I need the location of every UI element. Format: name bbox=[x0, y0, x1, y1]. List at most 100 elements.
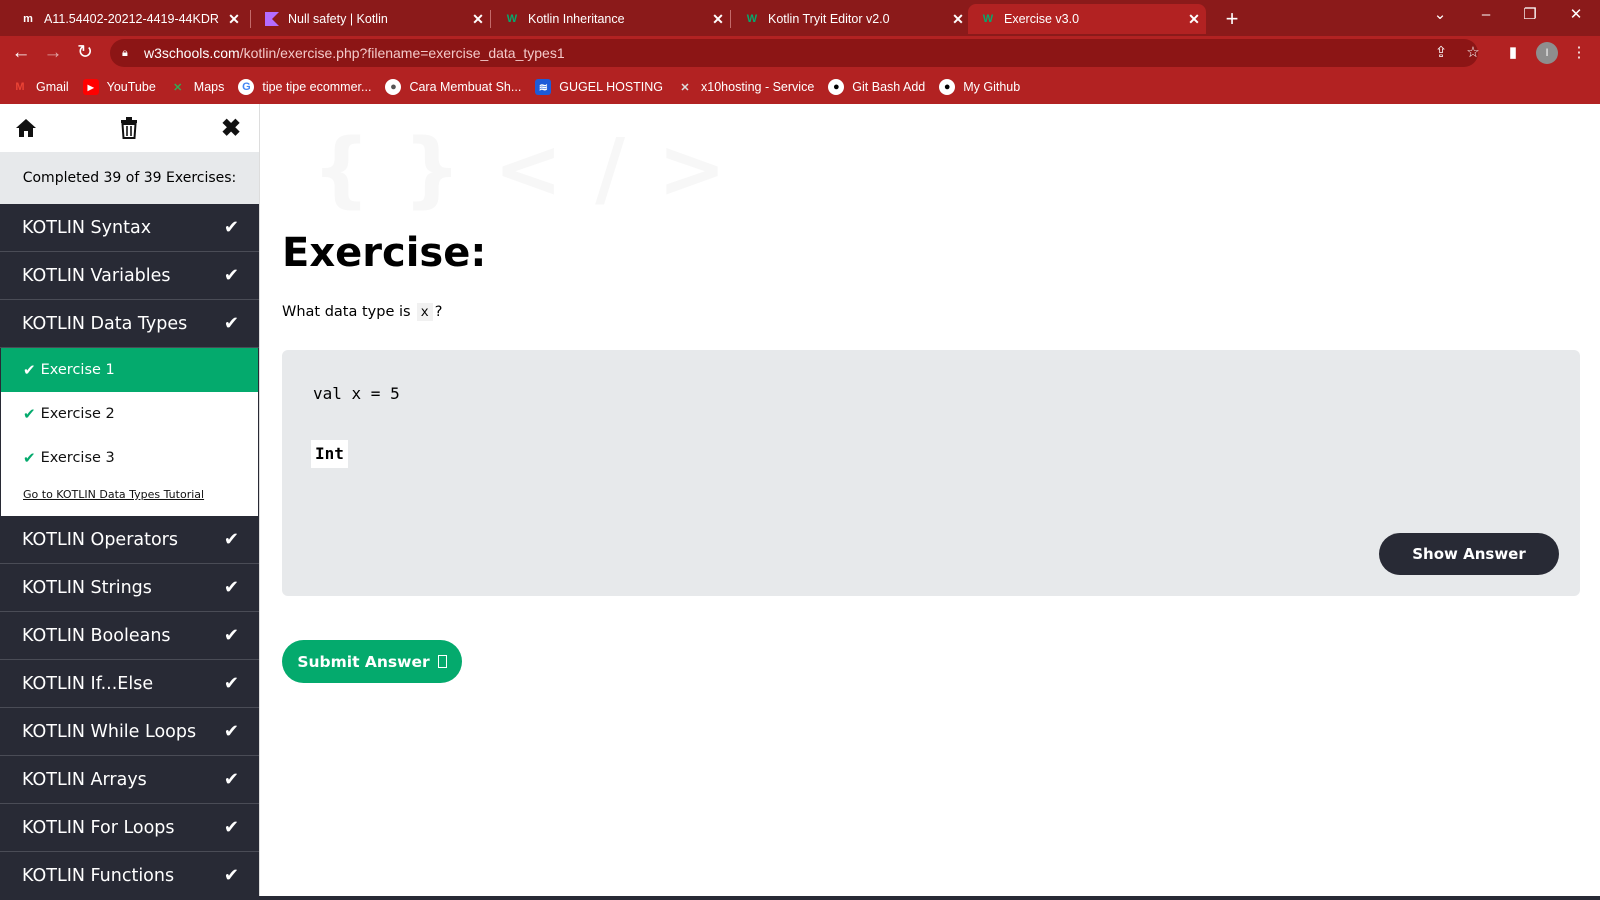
category-label: KOTLIN Functions bbox=[22, 865, 175, 886]
w3schools-icon: W bbox=[982, 13, 994, 25]
check-icon: ✔ bbox=[223, 769, 239, 790]
close-icon[interactable]: ✕ bbox=[466, 11, 490, 28]
restore-button[interactable]: ❐ bbox=[1508, 0, 1552, 32]
check-icon: ✔ bbox=[223, 217, 239, 238]
tab-title: Kotlin Tryit Editor v2.0 bbox=[768, 12, 890, 26]
bookmark-maps[interactable]: ✕ Maps bbox=[170, 79, 225, 95]
bookmark-my-github[interactable]: ● My Github bbox=[939, 79, 1020, 95]
bookmark-label: x10hosting - Service bbox=[701, 80, 815, 94]
window-close-button[interactable]: ✕ bbox=[1554, 0, 1598, 32]
exercise-main: { } < / > Exercise: What data type is x … bbox=[262, 104, 1600, 900]
bookmark-label: Git Bash Add bbox=[852, 80, 926, 94]
sidebar-category[interactable]: KOTLIN Strings ✔ bbox=[0, 564, 259, 612]
show-answer-button[interactable]: Show Answer bbox=[1379, 533, 1559, 575]
background-watermark: { } < / > bbox=[312, 122, 729, 217]
question-suffix: ? bbox=[434, 304, 443, 320]
bookmark-git-bash-add[interactable]: ● Git Bash Add bbox=[828, 79, 925, 95]
browser-tab-active[interactable]: W Exercise v3.0 ✕ bbox=[968, 4, 1206, 34]
close-icon[interactable]: ✕ bbox=[706, 11, 730, 28]
check-icon: ✔ bbox=[223, 577, 239, 598]
url-path: /kotlin/exercise.php?filename=exercise_d… bbox=[239, 45, 565, 61]
close-icon[interactable]: ✕ bbox=[222, 11, 246, 28]
bookmark-gugel-hosting[interactable]: ≋ GUGEL HOSTING bbox=[535, 79, 663, 95]
bookmark-x10hosting[interactable]: ✕ x10hosting - Service bbox=[677, 79, 814, 95]
trash-icon[interactable] bbox=[115, 114, 143, 142]
sidebar-category[interactable]: KOTLIN For Loops ✔ bbox=[0, 804, 259, 852]
sidebar-category[interactable]: KOTLIN Operators ✔ bbox=[0, 516, 259, 564]
page-title: Exercise: bbox=[282, 230, 487, 276]
code-line: val x = 5 bbox=[313, 384, 400, 403]
sidebar-category[interactable]: KOTLIN Data Types ✔ bbox=[0, 300, 259, 348]
exercise-label: Exercise 2 bbox=[40, 406, 115, 422]
check-icon: ✔ bbox=[223, 313, 239, 334]
forward-button[interactable]: → bbox=[40, 40, 66, 66]
exercise-item[interactable]: ✔ Exercise 3 bbox=[0, 436, 259, 480]
bookmark-google[interactable]: G tipe tipe ecommer... bbox=[238, 79, 371, 95]
tab-search-icon[interactable]: ⌄ bbox=[1418, 0, 1462, 32]
profile-avatar[interactable]: I bbox=[1536, 42, 1558, 64]
share-icon[interactable]: ⇪ bbox=[1428, 40, 1454, 66]
bookmark-gmail[interactable]: M Gmail bbox=[12, 79, 69, 95]
bookmark-label: tipe tipe ecommer... bbox=[262, 80, 372, 94]
url-host: w3schools.com bbox=[144, 45, 240, 61]
browser-tab[interactable]: W Kotlin Inheritance ✕ bbox=[492, 4, 730, 34]
sidebar-category[interactable]: KOTLIN While Loops ✔ bbox=[0, 708, 259, 756]
bookmark-youtube[interactable]: ▶ YouTube bbox=[82, 79, 156, 95]
sidebar-category[interactable]: KOTLIN Syntax ✔ bbox=[0, 204, 259, 252]
browser-tab[interactable]: Null safety | Kotlin ✕ bbox=[252, 4, 490, 34]
question-text: What data type is x ? bbox=[282, 303, 442, 321]
bookmark-label: Gmail bbox=[36, 80, 69, 94]
tab-title: Kotlin Inheritance bbox=[528, 12, 625, 26]
check-icon: ✔ bbox=[223, 625, 239, 646]
submit-answer-button[interactable]: Submit Answer bbox=[282, 640, 462, 683]
category-label: KOTLIN If...Else bbox=[22, 673, 154, 694]
bookmarks-bar: M Gmail ▶ YouTube ✕ Maps G tipe tipe eco… bbox=[0, 70, 1600, 104]
reload-button[interactable]: ↻ bbox=[72, 40, 98, 66]
category-label: KOTLIN Booleans bbox=[22, 625, 171, 646]
exercise-item[interactable]: ✔ Exercise 2 bbox=[0, 392, 259, 436]
more-menu-icon[interactable]: ⋮ bbox=[1566, 40, 1592, 66]
hosting-icon: ≋ bbox=[535, 79, 552, 95]
github-icon: ● bbox=[939, 79, 956, 95]
sidebar-category[interactable]: KOTLIN Arrays ✔ bbox=[0, 756, 259, 804]
category-label: KOTLIN While Loops bbox=[22, 721, 197, 742]
side-panel-icon[interactable]: ▮ bbox=[1500, 40, 1526, 66]
back-button[interactable]: ← bbox=[8, 40, 34, 66]
github-icon: ● bbox=[828, 79, 845, 95]
category-label: KOTLIN Variables bbox=[22, 265, 171, 286]
submit-label: Submit Answer bbox=[297, 652, 430, 671]
close-icon[interactable]: ✖ bbox=[217, 114, 245, 142]
browser-tab[interactable]: W Kotlin Tryit Editor v2.0 ✕ bbox=[732, 4, 970, 34]
minimize-button[interactable]: – bbox=[1464, 0, 1508, 32]
exercise-item-active[interactable]: ✔ Exercise 1 bbox=[0, 348, 259, 392]
tab-title: Null safety | Kotlin bbox=[288, 12, 388, 26]
user-icon: ● bbox=[385, 79, 402, 95]
check-icon: ✔ bbox=[23, 449, 36, 467]
sidebar-category[interactable]: KOTLIN Variables ✔ bbox=[0, 252, 259, 300]
check-icon: ✔ bbox=[23, 405, 36, 423]
sidebar-category[interactable]: KOTLIN Booleans ✔ bbox=[0, 612, 259, 660]
submit-glyph-icon bbox=[437, 655, 447, 668]
browser-tab[interactable]: m A11.54402-20212-4419-44KDR ✕ bbox=[8, 4, 246, 34]
tab-separator bbox=[250, 10, 251, 28]
category-label: KOTLIN Syntax bbox=[22, 217, 152, 238]
kotlin-icon bbox=[264, 11, 280, 27]
close-icon[interactable]: ✕ bbox=[946, 11, 970, 28]
url-bar[interactable]: 🔒︎ w3schools.com/kotlin/exercise.php?fil… bbox=[110, 39, 1478, 67]
bookmark-label: GUGEL HOSTING bbox=[559, 80, 664, 94]
bookmark-label: Maps bbox=[193, 80, 225, 94]
answer-input[interactable]: Int bbox=[311, 440, 348, 468]
browser-toolbar: ← → ↻ 🔒︎ w3schools.com/kotlin/exercise.p… bbox=[0, 36, 1600, 70]
sidebar-category[interactable]: KOTLIN If...Else ✔ bbox=[0, 660, 259, 708]
new-tab-button[interactable]: + bbox=[1218, 5, 1246, 33]
bookmark-cara-membuat[interactable]: ● Cara Membuat Sh... bbox=[385, 79, 521, 95]
home-icon[interactable] bbox=[12, 114, 40, 142]
sidebar-category[interactable]: KOTLIN Functions ✔ bbox=[0, 852, 259, 900]
tutorial-link[interactable]: Go to KOTLIN Data Types Tutorial bbox=[0, 480, 259, 516]
question-prefix: What data type is bbox=[282, 304, 411, 320]
gmail-icon: M bbox=[15, 81, 25, 93]
star-icon[interactable]: ☆ bbox=[1460, 40, 1486, 66]
maps-icon: ✕ bbox=[173, 81, 183, 94]
close-icon[interactable]: ✕ bbox=[1182, 11, 1206, 28]
w3schools-icon: W bbox=[506, 13, 518, 25]
